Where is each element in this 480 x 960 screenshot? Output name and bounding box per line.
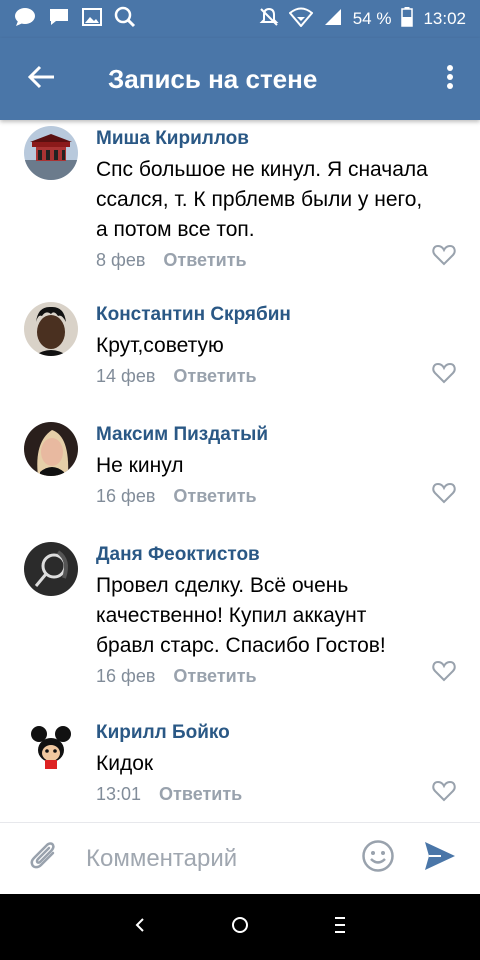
comment-author[interactable]: Кирилл Бойко bbox=[96, 722, 456, 744]
like-button[interactable] bbox=[432, 362, 458, 386]
reply-button[interactable]: Ответить bbox=[163, 248, 246, 272]
avatar[interactable] bbox=[24, 302, 78, 356]
avatar[interactable] bbox=[24, 542, 78, 596]
comment-text: Кидок bbox=[96, 752, 154, 775]
more-vertical-icon bbox=[446, 64, 454, 95]
bell-off-icon bbox=[259, 7, 279, 32]
back-button[interactable] bbox=[12, 49, 72, 109]
like-button[interactable] bbox=[432, 244, 458, 268]
comment-input[interactable] bbox=[84, 843, 338, 874]
comments-list[interactable]: Миша Кириллов Спс большое не кинул. Я сн… bbox=[0, 120, 480, 822]
comment-author[interactable]: Максим Пиздатый bbox=[96, 424, 456, 446]
chat-icon bbox=[48, 7, 70, 32]
comment-text: Провел сделку. Всё очень качественно! Ку… bbox=[96, 574, 386, 657]
image-icon bbox=[82, 7, 102, 31]
wifi-icon bbox=[288, 7, 314, 32]
comment-date: 8 фев bbox=[96, 250, 146, 270]
more-options-button[interactable] bbox=[426, 49, 474, 109]
comment-date: 13:01 bbox=[96, 784, 142, 804]
nav-home-button[interactable] bbox=[190, 894, 290, 960]
comment-author[interactable]: Миша Кириллов bbox=[96, 128, 456, 150]
message-bubble-icon bbox=[14, 7, 36, 32]
comment-date: 14 фев bbox=[96, 366, 156, 386]
like-button[interactable] bbox=[432, 482, 458, 506]
chevron-left-icon bbox=[134, 917, 146, 938]
reply-button[interactable]: Ответить bbox=[173, 364, 256, 388]
search-icon bbox=[114, 6, 136, 33]
battery-icon bbox=[401, 6, 414, 32]
system-nav-bar bbox=[0, 894, 480, 960]
circle-home-icon bbox=[231, 916, 249, 939]
attach-button[interactable] bbox=[20, 835, 68, 883]
like-button[interactable] bbox=[432, 660, 458, 684]
comment-date: 16 фев bbox=[96, 486, 156, 506]
paperclip-icon bbox=[29, 839, 59, 878]
page-title: Запись на стене bbox=[108, 63, 318, 94]
heart-icon bbox=[432, 362, 456, 388]
heart-icon bbox=[432, 780, 456, 806]
like-button[interactable] bbox=[432, 780, 458, 804]
battery-percent: 54 % bbox=[352, 9, 392, 28]
smiley-icon bbox=[361, 839, 395, 878]
heart-icon bbox=[432, 660, 456, 686]
avatar[interactable] bbox=[24, 126, 78, 180]
heart-icon bbox=[432, 482, 456, 508]
comment-date: 16 фев bbox=[96, 666, 156, 686]
nav-menu-button[interactable] bbox=[290, 894, 390, 960]
emoji-button[interactable] bbox=[356, 837, 400, 881]
reply-button[interactable]: Ответить bbox=[173, 484, 256, 508]
send-icon bbox=[423, 840, 457, 877]
nav-back-button[interactable] bbox=[90, 894, 190, 960]
arrow-left-icon bbox=[27, 65, 56, 94]
signal-icon bbox=[323, 7, 343, 32]
menu-lines-icon bbox=[332, 916, 348, 939]
app-bar: Запись на стене bbox=[0, 38, 480, 120]
send-button[interactable] bbox=[418, 837, 462, 881]
clock: 13:02 bbox=[423, 9, 466, 28]
avatar[interactable] bbox=[24, 720, 78, 774]
comment-composer bbox=[0, 822, 480, 894]
heart-icon bbox=[432, 244, 456, 270]
reply-button[interactable]: Ответить bbox=[173, 664, 256, 688]
reply-button[interactable]: Ответить bbox=[159, 782, 242, 806]
status-bar: 54 % 13:02 bbox=[0, 0, 480, 38]
avatar[interactable] bbox=[24, 422, 78, 476]
comment-text: Крут,советую bbox=[96, 334, 224, 357]
comment-text: Спс большое не кинул. Я сначала ссался, … bbox=[96, 158, 428, 241]
comment-author[interactable]: Константин Скрябин bbox=[96, 304, 456, 326]
comment-author[interactable]: Даня Феоктистов bbox=[96, 544, 456, 566]
comment-text: Не кинул bbox=[96, 454, 184, 477]
